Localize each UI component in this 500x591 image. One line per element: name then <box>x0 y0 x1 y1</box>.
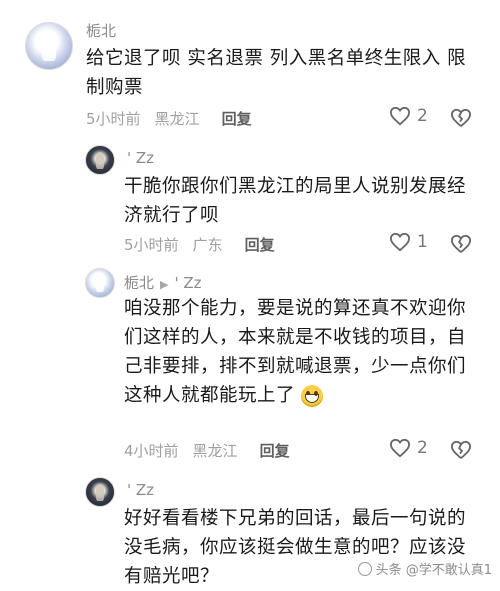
comment-username[interactable]: 栀北 <box>86 20 116 41</box>
comment-username[interactable]: ' Zz <box>127 481 154 499</box>
comment-time: 5小时前 <box>124 236 179 254</box>
comment-username[interactable]: ' Zz <box>127 149 154 167</box>
comment-location: 黑龙江 <box>192 442 238 460</box>
toutiao-logo-icon <box>357 561 372 576</box>
heart-icon <box>389 438 411 458</box>
like-button[interactable]: 1 <box>389 232 428 252</box>
comment-meta: 5小时前 广东 回复 <box>124 234 289 255</box>
comment-text: 干脆你跟你们黑龙江的局里人说别发展经济就行了呗 <box>124 176 467 226</box>
broken-heart-icon[interactable] <box>450 440 472 460</box>
like-button[interactable]: 2 <box>389 438 428 458</box>
avatar[interactable] <box>85 477 115 507</box>
avatar[interactable] <box>25 22 73 70</box>
broken-heart-icon[interactable] <box>450 108 472 128</box>
avatar[interactable] <box>85 145 115 175</box>
comment-username[interactable]: 栀北 ▶ ' Zz <box>124 272 202 293</box>
reply-author[interactable]: 栀北 <box>124 274 154 292</box>
heart-icon <box>389 232 411 252</box>
comment-meta: 5小时前 黑龙江 回复 <box>86 108 266 129</box>
comment-text-body: 咱没那个能力，要是说的算还真不欢迎你们这样的人，本来就是不收钱的项目，自己非要排… <box>124 298 467 406</box>
reply-button[interactable]: 回复 <box>245 236 275 254</box>
comment-text: 给它退了呗 实名退票 列入黑名单终生限入 限制购票 <box>86 48 467 98</box>
broken-heart-icon[interactable] <box>450 234 472 254</box>
watermark: 头条 @学不敢认真1 <box>357 559 492 578</box>
comment-location: 黑龙江 <box>154 110 200 128</box>
like-count: 2 <box>417 438 428 458</box>
comment-location: 广东 <box>192 236 223 254</box>
comment-time: 4小时前 <box>124 442 179 460</box>
like-count: 1 <box>417 232 428 252</box>
like-count: 2 <box>417 106 428 126</box>
play-arrow-icon: ▶ <box>160 278 169 291</box>
comment-time: 5小时前 <box>86 110 141 128</box>
heart-icon <box>389 106 411 126</box>
comment-meta: 4小时前 黑龙江 回复 <box>124 440 304 461</box>
like-button[interactable]: 2 <box>389 106 428 126</box>
reply-button[interactable]: 回复 <box>222 110 252 128</box>
avatar[interactable] <box>85 268 115 298</box>
watermark-text: 头条 @学不敢认真1 <box>375 563 492 578</box>
reply-button[interactable]: 回复 <box>260 442 290 460</box>
comment-text: 咱没那个能力，要是说的算还真不欢迎你们这样的人，本来就是不收钱的项目，自己非要排… <box>124 294 474 410</box>
reply-target[interactable]: ' Zz <box>174 274 201 292</box>
grinning-emoji-icon <box>301 385 324 407</box>
